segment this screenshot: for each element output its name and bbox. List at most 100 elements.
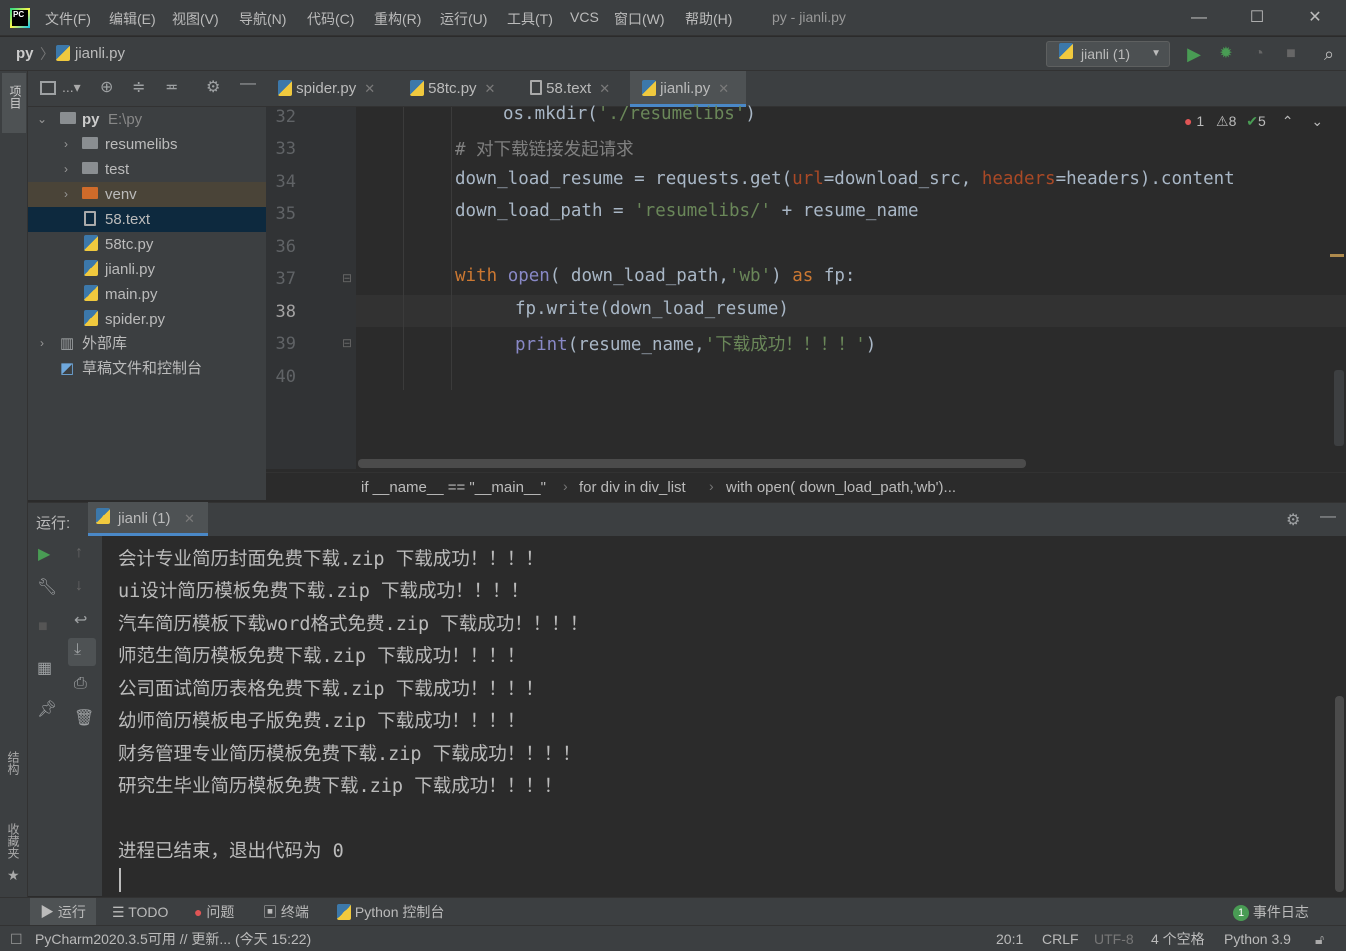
structure-tool-button[interactable]: 结构 [5,751,22,775]
tree-item-resumelibs[interactable]: › resumelibs [28,132,266,157]
breadcrumb-item[interactable]: with open( down_load_path,'wb')... [726,479,956,496]
tree-item-jianli[interactable]: jianli.py [28,257,266,282]
layout-icon[interactable]: ▦ [37,658,52,678]
tree-item-spider[interactable]: spider.py [28,307,266,332]
soft-wrap-icon[interactable]: ↩ [74,610,87,630]
python-interpreter[interactable]: Python 3.9 [1224,926,1291,951]
tree-item-main[interactable]: main.py [28,282,266,307]
pin-icon[interactable]: 📌︎ [37,699,57,719]
code-line-35[interactable]: down_load_path = 'resumelibs/' + resume_… [455,201,919,221]
tooltab-problems[interactable]: ● 问题 [194,898,234,926]
menu-refactor[interactable]: 重构(R) [374,9,421,29]
status-message[interactable]: PyCharm2020.3.5可用 // 更新... (今天 15:22) [35,926,311,951]
close-tab-icon[interactable]: ✕ [599,81,610,96]
nav-project[interactable]: py [16,45,34,62]
close-tab-icon[interactable]: ✕ [184,511,195,527]
code-line-33[interactable]: # 对下载链接发起请求 [455,136,634,161]
editor-vertical-scrollbar[interactable] [1334,370,1344,446]
menu-vcs[interactable]: VCS [570,9,599,25]
project-tool-button[interactable]: 项目 [2,73,26,133]
close-tab-icon[interactable]: ✕ [364,81,375,96]
project-view-dropdown[interactable]: ...▾ [62,79,81,96]
line-separator[interactable]: CRLF [1042,926,1079,951]
chevron-up-icon[interactable]: ⌃ [1282,113,1294,129]
print-icon[interactable]: ⎙ [74,675,87,693]
tooltab-run[interactable]: ▶ 运行 [30,898,96,926]
fold-icon[interactable]: ⊟ [342,271,352,285]
menu-view[interactable]: 视图(V) [172,9,219,29]
caret-position[interactable]: 20:1 [996,926,1023,951]
gear-icon[interactable]: ⚙ [1286,510,1300,530]
stop-icon[interactable]: ■ [1280,43,1302,65]
locate-icon[interactable]: ⊕ [100,77,113,97]
code-line-34[interactable]: down_load_resume = requests.get(url=down… [455,169,1235,189]
code-line-37[interactable]: with open( down_load_path,'wb') as fp: [455,266,855,286]
tooltab-terminal[interactable]: ▣ 终端 [263,898,309,926]
nav-file[interactable]: jianli.py [75,45,125,62]
wrench-icon[interactable]: 🔧︎ [37,577,57,597]
hide-icon[interactable]: — [240,75,256,93]
menu-window[interactable]: 窗口(W) [614,9,665,29]
code-line-32[interactable]: os.mkdir('./resumelibs') [503,104,756,124]
file-encoding[interactable]: UTF-8 [1094,926,1134,951]
gear-icon[interactable]: ⚙ [206,77,220,97]
run-tab-jianli[interactable]: jianli (1) ✕ [88,502,208,536]
search-icon[interactable]: ⌕ [1318,43,1340,65]
rerun-icon[interactable]: ▶ [38,544,50,564]
project-view-icon[interactable] [40,81,56,95]
error-stripe-marker[interactable] [1330,254,1344,257]
menu-tools[interactable]: 工具(T) [507,9,553,29]
stop-icon[interactable]: ■ [38,618,48,636]
close-tab-icon[interactable]: ✕ [485,81,496,96]
tab-58tc[interactable]: 58tc.py ✕ [398,71,516,107]
menu-navigate[interactable]: 导航(N) [239,9,286,29]
tab-spider[interactable]: spider.py ✕ [266,71,396,107]
close-button[interactable]: ✕ [1292,4,1338,32]
favorites-tool-button[interactable]: 收藏夹 [5,823,22,859]
minimize-button[interactable]: — [1176,4,1222,32]
tooltab-todo[interactable]: ☰ TODO [112,898,168,926]
scroll-to-end-button[interactable]: ⤓ [68,638,96,666]
tree-root[interactable]: ⌄ py E:\py [28,107,266,132]
collapse-all-icon[interactable]: ≖ [165,77,178,97]
tab-jianli[interactable]: jianli.py ✕ [630,71,746,107]
tree-item-scratches[interactable]: ◩ 草稿文件和控制台 [28,356,266,381]
lock-icon[interactable]: 🔓︎ [1315,926,1324,951]
trash-icon[interactable]: 🗑︎ [74,708,94,728]
hide-icon[interactable]: — [1320,508,1336,526]
code-line-39[interactable]: print(resume_name,'下载成功！！！！') [515,331,876,356]
coverage-icon[interactable]: ◔ [1248,43,1270,65]
breadcrumb-item[interactable]: if __name__ == "__main__" [361,479,546,496]
tree-item-58tc[interactable]: 58tc.py [28,232,266,257]
maximize-button[interactable]: ☐ [1234,4,1280,32]
status-panel-icon[interactable]: ☐ [10,926,23,951]
run-icon[interactable]: ▶ [1183,43,1205,65]
tree-item-test[interactable]: › test [28,157,266,182]
menu-file[interactable]: 文件(F) [45,9,91,29]
tab-58text[interactable]: 58.text ✕ [518,71,628,107]
menu-code[interactable]: 代码(C) [307,9,354,29]
close-tab-icon[interactable]: ✕ [718,81,729,96]
menu-run[interactable]: 运行(U) [440,9,487,29]
inspection-widget[interactable]: ● 1 ⚠8 ✔5 ⌃ ⌄ [1184,113,1323,130]
fold-end-icon[interactable]: ⊟ [342,336,352,350]
expand-all-icon[interactable]: ≑ [132,77,145,97]
chevron-down-icon[interactable]: ⌄ [1311,113,1323,129]
arrow-up-icon[interactable]: ↑ [75,544,83,562]
tree-item-venv[interactable]: › venv [28,182,266,207]
debug-icon[interactable]: ✹ [1215,43,1237,65]
indent-setting[interactable]: 4 个空格 [1151,926,1205,951]
project-tree: ⌄ py E:\py › resumelibs › test › venv 58… [28,107,266,500]
editor-horizontal-scrollbar[interactable] [358,459,1026,468]
code-line-38[interactable]: fp.write(down_load_resume) [515,299,789,319]
console-scrollbar[interactable] [1335,696,1344,892]
tooltab-python-console[interactable]: Python 控制台 [337,898,444,926]
menu-help[interactable]: 帮助(H) [685,9,732,29]
run-config-dropdown[interactable]: jianli (1) ▼ [1046,41,1170,67]
tooltab-event-log[interactable]: 1 事件日志 [1233,898,1309,926]
breadcrumb-item[interactable]: for div in div_list [579,479,686,496]
menu-edit[interactable]: 编辑(E) [109,9,156,29]
tree-item-58text[interactable]: 58.text [28,207,266,232]
tree-item-external-libs[interactable]: › ▥ 外部库 [28,331,266,356]
arrow-down-icon[interactable]: ↓ [75,577,83,595]
